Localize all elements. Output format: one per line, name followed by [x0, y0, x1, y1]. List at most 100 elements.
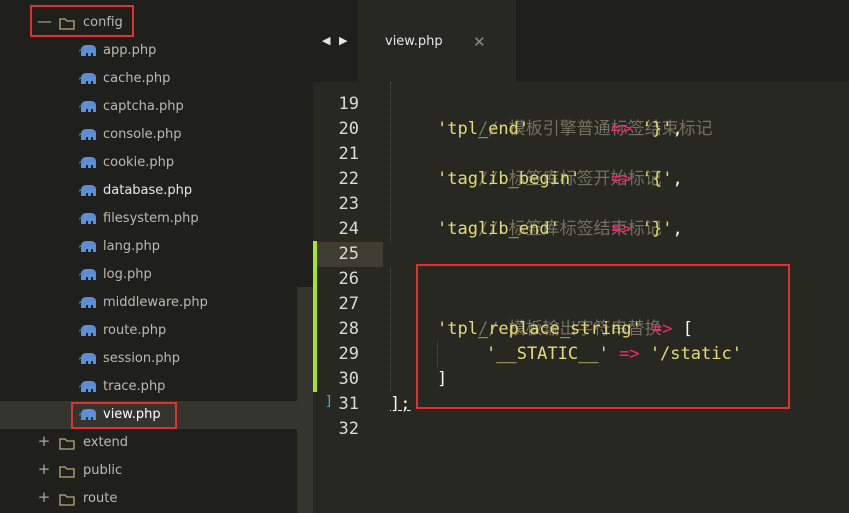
line-number: 27	[338, 294, 359, 314]
php-elephant-icon	[79, 241, 96, 252]
code-padding	[529, 119, 601, 139]
file-label: trace.php	[103, 379, 166, 394]
php-elephant-icon	[79, 185, 96, 196]
folder-label: route	[83, 491, 118, 506]
code-value: '}'	[641, 119, 673, 139]
folder-public[interactable]: + public	[0, 457, 298, 485]
line-number: 23	[338, 194, 359, 214]
file-item[interactable]: middleware.php	[0, 289, 298, 317]
php-elephant-icon	[79, 157, 96, 168]
php-elephant-icon	[79, 45, 96, 56]
php-elephant-icon	[79, 297, 96, 308]
php-elephant-icon	[79, 129, 96, 140]
file-label: database.php	[103, 183, 193, 198]
indent-guide	[390, 267, 392, 392]
folder-route[interactable]: + route	[0, 485, 298, 513]
code-punctuation: ];	[390, 394, 411, 414]
code-punctuation: ,	[672, 219, 683, 239]
file-item[interactable]: cookie.php	[0, 149, 298, 177]
tab-scroll-left-icon[interactable]: ◀	[322, 34, 330, 47]
tab-bar: ◀ ▶ view.php ✕	[313, 0, 849, 82]
folder-label: extend	[83, 435, 129, 450]
code-line: 'tpl_end' => '}',	[437, 119, 683, 139]
highlight-box-config	[30, 5, 134, 37]
file-item[interactable]: session.php	[0, 345, 298, 373]
line-number: 25	[338, 244, 359, 264]
tab-label: view.php	[385, 34, 443, 49]
folder-label: public	[83, 463, 123, 478]
php-elephant-icon	[79, 381, 96, 392]
file-label: route.php	[103, 323, 167, 338]
code-key: 'taglib_begin'	[437, 169, 581, 189]
file-item[interactable]: database.php	[0, 177, 298, 205]
file-item[interactable]: trace.php	[0, 373, 298, 401]
folder-extend[interactable]: + extend	[0, 429, 298, 457]
line-number: 19	[338, 94, 359, 114]
expand-toggle-icon[interactable]: +	[37, 461, 51, 477]
file-item[interactable]: console.php	[0, 121, 298, 149]
file-label: console.php	[103, 127, 182, 142]
code-line: ];	[390, 394, 410, 414]
line-number: 31	[338, 394, 359, 414]
file-label: captcha.php	[103, 99, 184, 114]
code-operator: =>	[611, 119, 632, 139]
file-label: lang.php	[103, 239, 160, 254]
php-elephant-icon	[79, 325, 96, 336]
folder-icon	[59, 466, 75, 478]
file-label: filesystem.php	[103, 211, 199, 226]
line-number: 28	[338, 319, 359, 339]
file-item[interactable]: cache.php	[0, 65, 298, 93]
file-item[interactable]: captcha.php	[0, 93, 298, 121]
folder-icon	[59, 494, 75, 506]
bracket-match-marker: ]	[325, 394, 333, 409]
line-number: 29	[338, 344, 359, 364]
sidebar-scrollbar[interactable]	[297, 287, 313, 513]
file-label: cookie.php	[103, 155, 175, 170]
code-key: 'taglib_end'	[437, 219, 560, 239]
code-line: 'taglib_end' => '}',	[437, 219, 683, 239]
line-number: 32	[338, 419, 359, 439]
line-number: 30	[338, 369, 359, 389]
file-item[interactable]: route.php	[0, 317, 298, 345]
php-elephant-icon	[79, 73, 96, 84]
php-elephant-icon	[79, 213, 96, 224]
code-padding	[560, 219, 601, 239]
file-label: app.php	[103, 43, 157, 58]
line-number: 22	[338, 169, 359, 189]
indent-guide	[390, 82, 392, 242]
code-operator: =>	[611, 169, 632, 189]
code-key: 'tpl_end'	[437, 119, 530, 139]
file-label: cache.php	[103, 71, 171, 86]
file-label: middleware.php	[103, 295, 208, 310]
code-padding	[580, 169, 600, 189]
code-punctuation: ,	[672, 169, 683, 189]
line-number: 26	[338, 269, 359, 289]
modified-lines-gutter-marker	[313, 241, 317, 392]
code-value: '}'	[641, 219, 673, 239]
highlight-box-code	[416, 264, 790, 409]
code-operator: =>	[611, 219, 632, 239]
php-elephant-icon	[79, 353, 96, 364]
file-item[interactable]: log.php	[0, 261, 298, 289]
highlight-box-view-php	[71, 402, 177, 429]
php-elephant-icon	[79, 269, 96, 280]
line-number: 20	[338, 119, 359, 139]
folder-icon	[59, 438, 75, 450]
sidebar-file-tree: — config app.php cache.php captcha.php c…	[0, 0, 313, 513]
code-editor[interactable]: ] 19 20 21 22 23 24 25 26 27 28 29 30 31…	[313, 82, 849, 513]
file-label: log.php	[103, 267, 152, 282]
file-item[interactable]: filesystem.php	[0, 205, 298, 233]
line-number: 21	[338, 144, 359, 164]
php-elephant-icon	[79, 101, 96, 112]
tab-scroll-right-icon[interactable]: ▶	[339, 34, 347, 47]
code-value: '{'	[641, 169, 673, 189]
expand-toggle-icon[interactable]: +	[37, 433, 51, 449]
file-item[interactable]: app.php	[0, 37, 298, 65]
line-number: 24	[338, 219, 359, 239]
code-punctuation: ,	[672, 119, 683, 139]
code-line: 'taglib_begin' => '{',	[437, 169, 683, 189]
tab-view-php[interactable]: view.php ✕	[358, 0, 516, 82]
expand-toggle-icon[interactable]: +	[37, 489, 51, 505]
file-item[interactable]: lang.php	[0, 233, 298, 261]
close-tab-icon[interactable]: ✕	[473, 33, 486, 51]
